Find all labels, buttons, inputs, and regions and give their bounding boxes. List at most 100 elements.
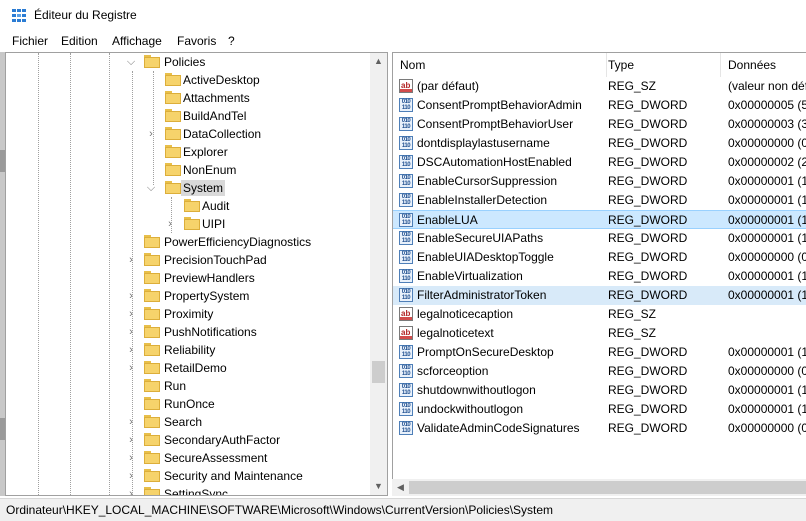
scroll-left-icon[interactable]: ◀ xyxy=(392,479,409,496)
registry-tree[interactable]: ⌵ Policies ActiveDesktop Attachments Bui… xyxy=(5,52,388,496)
list-row[interactable]: 010 110 scforceoption REG_DWORD 0x0000000… xyxy=(393,362,806,381)
menu-favoris[interactable]: Favoris xyxy=(177,34,216,48)
folder-icon xyxy=(144,55,160,68)
scroll-thumb[interactable] xyxy=(409,481,806,494)
tree-item-secondaryauthfactor[interactable]: › SecondaryAuthFactor xyxy=(6,431,372,449)
folder-icon xyxy=(165,91,181,104)
expand-icon[interactable]: › xyxy=(126,290,136,302)
list-row[interactable]: 010 110 EnableCursorSuppression REG_DWORD… xyxy=(393,172,806,191)
menu-edition[interactable]: Edition xyxy=(61,34,98,48)
tree-item-label: Search xyxy=(164,415,203,429)
binary-value-icon: 010 110 xyxy=(399,213,413,227)
list-row[interactable]: 010 110 DSCAutomationHostEnabled REG_DWOR… xyxy=(393,153,806,172)
list-row[interactable]: 010 110 ConsentPromptBehaviorAdmin REG_DW… xyxy=(393,96,806,115)
value-data: 0x00000000 (0) xyxy=(728,421,806,435)
folder-icon xyxy=(144,361,160,374)
list-horizontal-scrollbar[interactable]: ◀ xyxy=(392,479,806,496)
list-row-selected[interactable]: 010 110 EnableLUA REG_DWORD 0x00000001 (1… xyxy=(393,210,806,229)
value-name: undockwithoutlogon xyxy=(417,402,524,416)
tree-item-buildandtel[interactable]: BuildAndTel xyxy=(6,107,372,125)
value-type: REG_DWORD xyxy=(608,383,688,397)
tree-item-powerefficiencydiagnostics[interactable]: PowerEfficiencyDiagnostics xyxy=(6,233,372,251)
list-row[interactable]: 010 110 EnableVirtualization REG_DWORD 0x… xyxy=(393,267,806,286)
tree-item-label: PushNotifications xyxy=(164,325,257,339)
list-row[interactable]: 010 110 ConsentPromptBehaviorUser REG_DWO… xyxy=(393,115,806,134)
tree-item-label: RetailDemo xyxy=(164,361,227,375)
value-type: REG_SZ xyxy=(608,79,657,93)
values-list[interactable]: Nom Type Données ab (par défaut) REG_SZ … xyxy=(392,52,806,496)
tree-item-proximity[interactable]: › Proximity xyxy=(6,305,372,323)
expand-icon[interactable]: › xyxy=(126,326,136,338)
tree-item-audit[interactable]: Audit xyxy=(6,197,372,215)
folder-icon xyxy=(144,307,160,320)
tree-item-attachments[interactable]: Attachments xyxy=(6,89,372,107)
title-bar[interactable]: Éditeur du Registre xyxy=(0,0,806,31)
value-type: REG_DWORD xyxy=(608,421,688,435)
tree-item-reliability[interactable]: › Reliability xyxy=(6,341,372,359)
expand-icon[interactable]: › xyxy=(126,488,136,495)
tree-item-label: UIPI xyxy=(202,217,226,231)
tree-item-settingsync[interactable]: › SettingSync xyxy=(6,485,372,495)
tree-item-precisiontouchpad[interactable]: › PrecisionTouchPad xyxy=(6,251,372,269)
tree-item-run[interactable]: Run xyxy=(6,377,372,395)
expand-icon[interactable]: › xyxy=(126,308,136,320)
tree-item-runonce[interactable]: RunOnce xyxy=(6,395,372,413)
tree-item-nonenum[interactable]: NonEnum xyxy=(6,161,372,179)
expand-icon[interactable]: › xyxy=(126,254,136,266)
list-row[interactable]: ab legalnoticecaption REG_SZ xyxy=(393,305,806,324)
list-row[interactable]: 010 110 EnableSecureUIAPaths REG_DWORD 0x… xyxy=(393,229,806,248)
value-data: (valeur non déf xyxy=(728,79,806,93)
menu-fichier[interactable]: Fichier xyxy=(12,34,48,48)
list-row[interactable]: 010 110 shutdownwithoutlogon REG_DWORD 0x… xyxy=(393,381,806,400)
list-row[interactable]: 010 110 dontdisplaylastusername REG_DWORD… xyxy=(393,134,806,153)
column-header-type[interactable]: Type xyxy=(601,53,721,77)
list-row[interactable]: 010 110 undockwithoutlogon REG_DWORD 0x00… xyxy=(393,400,806,419)
tree-vertical-scrollbar[interactable]: ▲ ▼ xyxy=(370,53,387,495)
tree-item-datacollection[interactable]: › DataCollection xyxy=(6,125,372,143)
tree-item-security-and-maintenance[interactable]: › Security and Maintenance xyxy=(6,467,372,485)
tree-item-search[interactable]: › Search xyxy=(6,413,372,431)
tree-item-policies[interactable]: ⌵ Policies xyxy=(6,53,372,71)
list-row-hover[interactable]: 010 110 FilterAdministratorToken REG_DWOR… xyxy=(393,286,806,305)
expand-icon[interactable]: › xyxy=(165,218,175,230)
tree-item-previewhandlers[interactable]: PreviewHandlers xyxy=(6,269,372,287)
value-type: REG_DWORD xyxy=(608,174,688,188)
list-row[interactable]: 010 110 EnableUIADesktopToggle REG_DWORD … xyxy=(393,248,806,267)
binary-value-icon: 010 110 xyxy=(399,98,413,112)
value-data: 0x00000001 (1) xyxy=(728,174,806,188)
tree-item-retaildemo[interactable]: › RetailDemo xyxy=(6,359,372,377)
scroll-up-icon[interactable]: ▲ xyxy=(370,53,387,70)
tree-item-uipi[interactable]: › UIPI xyxy=(6,215,372,233)
expand-icon[interactable]: › xyxy=(126,452,136,464)
tree-item-pushnotifications[interactable]: › PushNotifications xyxy=(6,323,372,341)
value-data: 0x00000000 (0) xyxy=(728,136,806,150)
column-header-name[interactable]: Nom xyxy=(393,53,607,77)
tree-item-explorer[interactable]: Explorer xyxy=(6,143,372,161)
collapse-icon[interactable]: ⌵ xyxy=(146,182,156,194)
menu-affichage[interactable]: Affichage xyxy=(112,34,162,48)
scroll-down-icon[interactable]: ▼ xyxy=(370,478,387,495)
string-value-icon: ab xyxy=(399,326,413,340)
expand-icon[interactable]: › xyxy=(146,128,156,140)
list-row[interactable]: 010 110 EnableInstallerDetection REG_DWOR… xyxy=(393,191,806,210)
tree-item-propertysystem[interactable]: › PropertySystem xyxy=(6,287,372,305)
expand-icon[interactable]: › xyxy=(126,434,136,446)
scroll-thumb[interactable] xyxy=(372,361,385,383)
tree-item-system[interactable]: ⌵ System xyxy=(6,179,372,197)
expand-icon[interactable]: › xyxy=(126,362,136,374)
tree-item-secureassessment[interactable]: › SecureAssessment xyxy=(6,449,372,467)
tree-item-activedesktop[interactable]: ActiveDesktop xyxy=(6,71,372,89)
list-row[interactable]: 010 110 ValidateAdminCodeSignatures REG_D… xyxy=(393,419,806,438)
collapse-icon[interactable]: ⌵ xyxy=(126,56,136,68)
column-header-data[interactable]: Données xyxy=(721,53,806,77)
expand-icon[interactable]: › xyxy=(126,470,136,482)
tree-item-label: PreviewHandlers xyxy=(164,271,255,285)
list-row[interactable]: 010 110 PromptOnSecureDesktop REG_DWORD 0… xyxy=(393,343,806,362)
value-data: 0x00000003 (3) xyxy=(728,117,806,131)
menu-help[interactable]: ? xyxy=(228,34,235,48)
expand-icon[interactable]: › xyxy=(126,344,136,356)
list-row[interactable]: ab (par défaut) REG_SZ (valeur non déf xyxy=(393,77,806,96)
list-row[interactable]: ab legalnoticetext REG_SZ xyxy=(393,324,806,343)
folder-icon xyxy=(144,397,160,410)
expand-icon[interactable]: › xyxy=(126,416,136,428)
